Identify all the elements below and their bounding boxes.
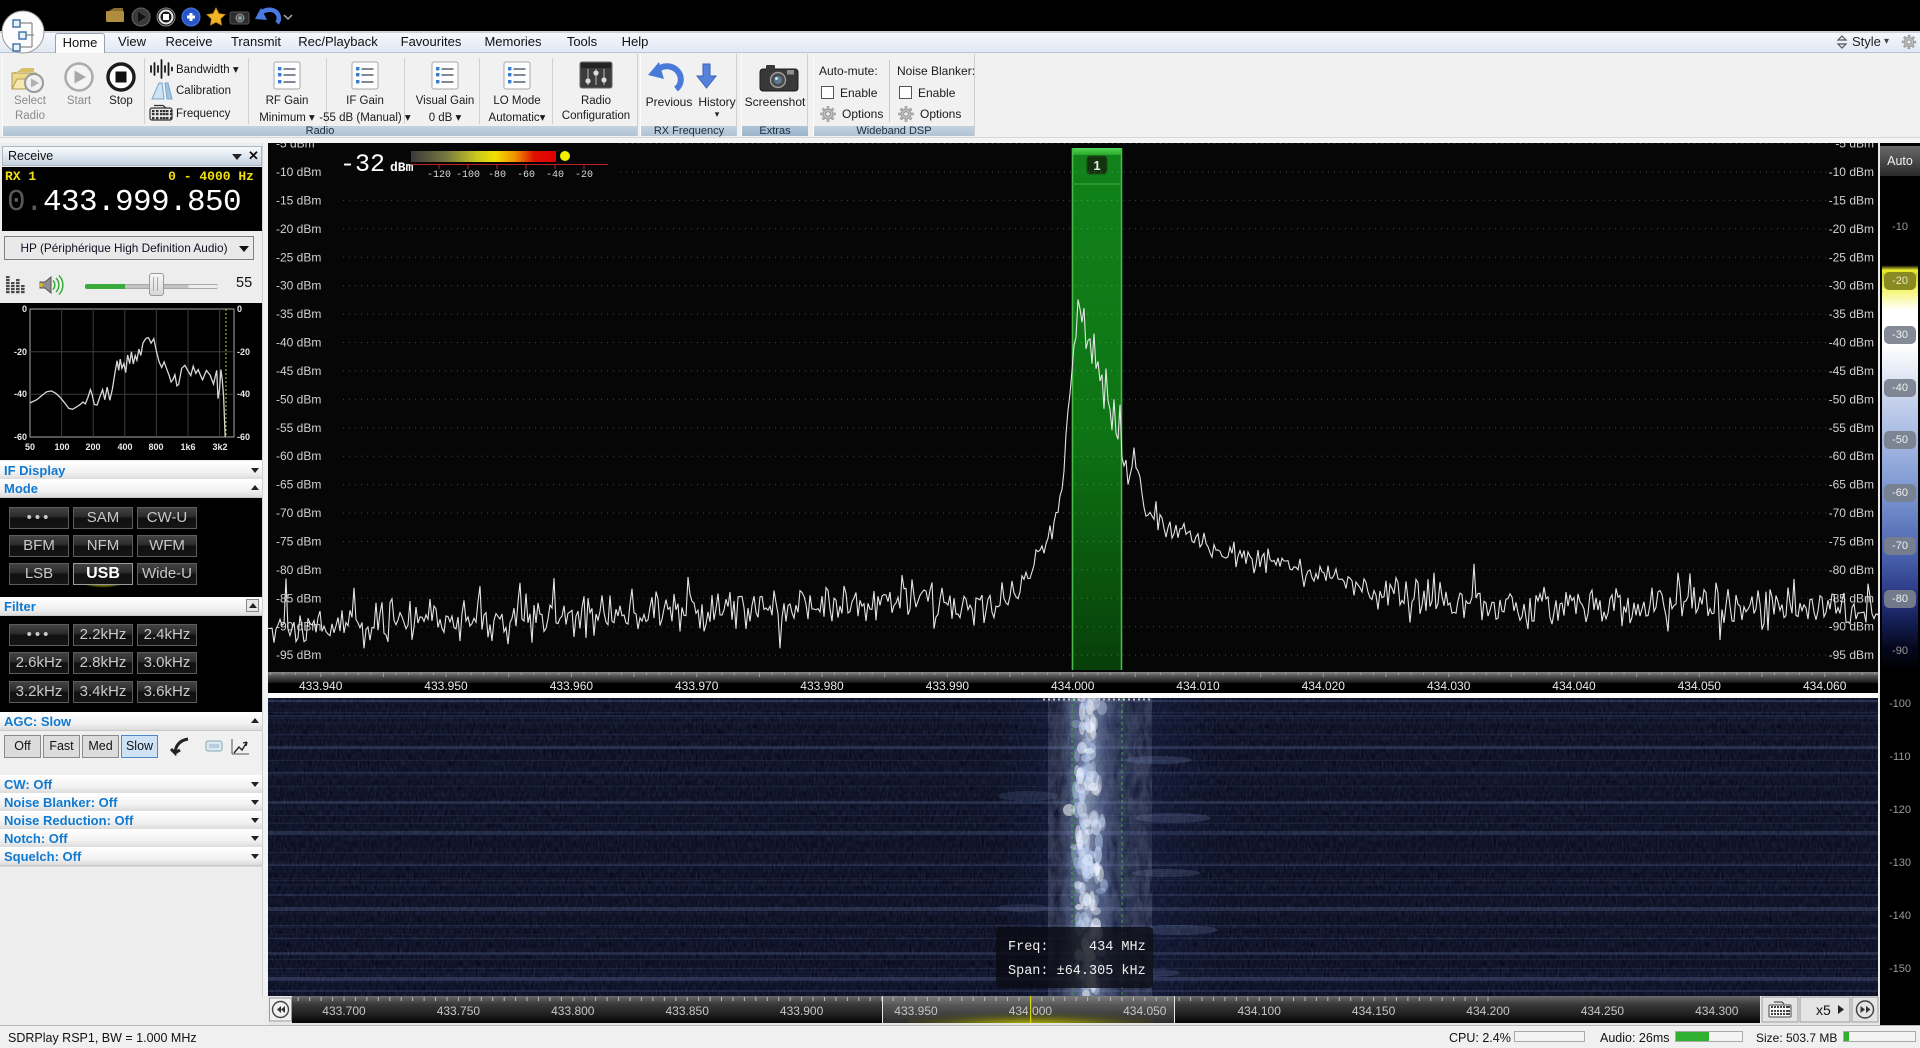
svg-text:-90 dBm: -90 dBm <box>1829 620 1874 634</box>
svg-text:-95 dBm: -95 dBm <box>276 648 321 662</box>
svg-text:0: 0 <box>22 304 27 314</box>
svg-text:-40: -40 <box>14 389 27 399</box>
svg-text:434.150: 434.150 <box>1352 1004 1396 1018</box>
svg-text:434.030: 434.030 <box>1427 679 1471 693</box>
svg-text:-60: -60 <box>237 432 250 442</box>
svg-text:400: 400 <box>117 442 132 452</box>
svg-text:434.100: 434.100 <box>1238 1004 1282 1018</box>
svg-text:-30 dBm: -30 dBm <box>1829 279 1874 293</box>
svg-text:-35 dBm: -35 dBm <box>1829 307 1874 321</box>
svg-text:-80: -80 <box>488 170 506 181</box>
svg-text:Span: ±64.305 kHz: Span: ±64.305 kHz <box>1008 964 1146 979</box>
svg-text:dBm: dBm <box>390 160 414 175</box>
svg-text:433.940: 433.940 <box>299 679 343 693</box>
svg-text:433.990: 433.990 <box>926 679 970 693</box>
svg-text:-32: -32 <box>340 150 385 179</box>
svg-text:3k2: 3k2 <box>212 442 227 452</box>
svg-text:1: 1 <box>1093 158 1100 173</box>
svg-text:1k6: 1k6 <box>180 442 195 452</box>
svg-text:-40 dBm: -40 dBm <box>276 336 321 350</box>
svg-text:434.010: 434.010 <box>1176 679 1220 693</box>
svg-text:434.250: 434.250 <box>1581 1004 1625 1018</box>
svg-text:-45 dBm: -45 dBm <box>1829 364 1874 378</box>
svg-text:100: 100 <box>54 442 69 452</box>
svg-text:433.970: 433.970 <box>675 679 719 693</box>
svg-text:-85 dBm: -85 dBm <box>276 591 321 605</box>
svg-text:-15 dBm: -15 dBm <box>1829 193 1874 207</box>
svg-text:434.300: 434.300 <box>1695 1004 1739 1018</box>
svg-text:-55 dBm: -55 dBm <box>1829 421 1874 435</box>
svg-text:-50 dBm: -50 dBm <box>276 392 321 406</box>
svg-text:434.020: 434.020 <box>1302 679 1346 693</box>
svg-text:434.050: 434.050 <box>1123 1004 1167 1018</box>
svg-text:0: 0 <box>237 304 242 314</box>
svg-text:433.700: 433.700 <box>322 1004 366 1018</box>
svg-text:-60: -60 <box>517 170 535 181</box>
svg-text:433.950: 433.950 <box>424 679 468 693</box>
svg-text:433.950: 433.950 <box>894 1004 938 1018</box>
svg-text:-20 dBm: -20 dBm <box>1829 222 1874 236</box>
svg-text:-70 dBm: -70 dBm <box>276 506 321 520</box>
svg-text:-30 dBm: -30 dBm <box>276 279 321 293</box>
svg-text:433.800: 433.800 <box>551 1004 595 1018</box>
svg-text:-75 dBm: -75 dBm <box>1829 535 1874 549</box>
svg-text:-10 dBm: -10 dBm <box>276 165 321 179</box>
svg-text:-40: -40 <box>237 389 250 399</box>
svg-text:434.060: 434.060 <box>1803 679 1847 693</box>
svg-text:200: 200 <box>85 442 100 452</box>
svg-text:-60 dBm: -60 dBm <box>276 449 321 463</box>
svg-text:-25 dBm: -25 dBm <box>276 250 321 264</box>
svg-text:434.040: 434.040 <box>1552 679 1596 693</box>
svg-text:-15 dBm: -15 dBm <box>276 193 321 207</box>
svg-text:-80 dBm: -80 dBm <box>276 563 321 577</box>
svg-text:-20: -20 <box>575 170 593 181</box>
svg-text:-75 dBm: -75 dBm <box>276 535 321 549</box>
svg-text:-65 dBm: -65 dBm <box>276 478 321 492</box>
svg-text:-20 dBm: -20 dBm <box>276 222 321 236</box>
svg-text:-80 dBm: -80 dBm <box>1829 563 1874 577</box>
svg-text:434.050: 434.050 <box>1678 679 1722 693</box>
svg-text:-60: -60 <box>14 432 27 442</box>
svg-text:-100: -100 <box>456 170 480 181</box>
svg-text:433.750: 433.750 <box>437 1004 481 1018</box>
svg-text:-65 dBm: -65 dBm <box>1829 478 1874 492</box>
svg-text:-5 dBm: -5 dBm <box>1835 143 1874 151</box>
svg-text:433.980: 433.980 <box>800 679 844 693</box>
svg-text:-5 dBm: -5 dBm <box>276 143 315 151</box>
svg-text:-120: -120 <box>427 170 451 181</box>
svg-text:-25 dBm: -25 dBm <box>1829 250 1874 264</box>
svg-text:433.960: 433.960 <box>550 679 594 693</box>
svg-text:433.900: 433.900 <box>780 1004 824 1018</box>
svg-text:x5: x5 <box>1816 1002 1831 1018</box>
svg-text:-70 dBm: -70 dBm <box>1829 506 1874 520</box>
svg-text:-55 dBm: -55 dBm <box>276 421 321 435</box>
svg-text:50: 50 <box>25 442 35 452</box>
svg-text:434.200: 434.200 <box>1466 1004 1510 1018</box>
svg-text:-10 dBm: -10 dBm <box>1829 165 1874 179</box>
svg-text:-45 dBm: -45 dBm <box>276 364 321 378</box>
svg-text:434.000: 434.000 <box>1051 679 1095 693</box>
svg-text:-20: -20 <box>237 347 250 357</box>
svg-text:-60 dBm: -60 dBm <box>1829 449 1874 463</box>
svg-text:-50 dBm: -50 dBm <box>1829 392 1874 406</box>
svg-text:-35 dBm: -35 dBm <box>276 307 321 321</box>
svg-text:433.850: 433.850 <box>666 1004 710 1018</box>
svg-text:-20: -20 <box>14 347 27 357</box>
svg-text:-95 dBm: -95 dBm <box>1829 648 1874 662</box>
svg-text:-40 dBm: -40 dBm <box>1829 336 1874 350</box>
svg-text:800: 800 <box>148 442 163 452</box>
svg-text:-40: -40 <box>546 170 564 181</box>
svg-text:Freq: 434 MHz: Freq: 434 MHz <box>1008 940 1146 955</box>
